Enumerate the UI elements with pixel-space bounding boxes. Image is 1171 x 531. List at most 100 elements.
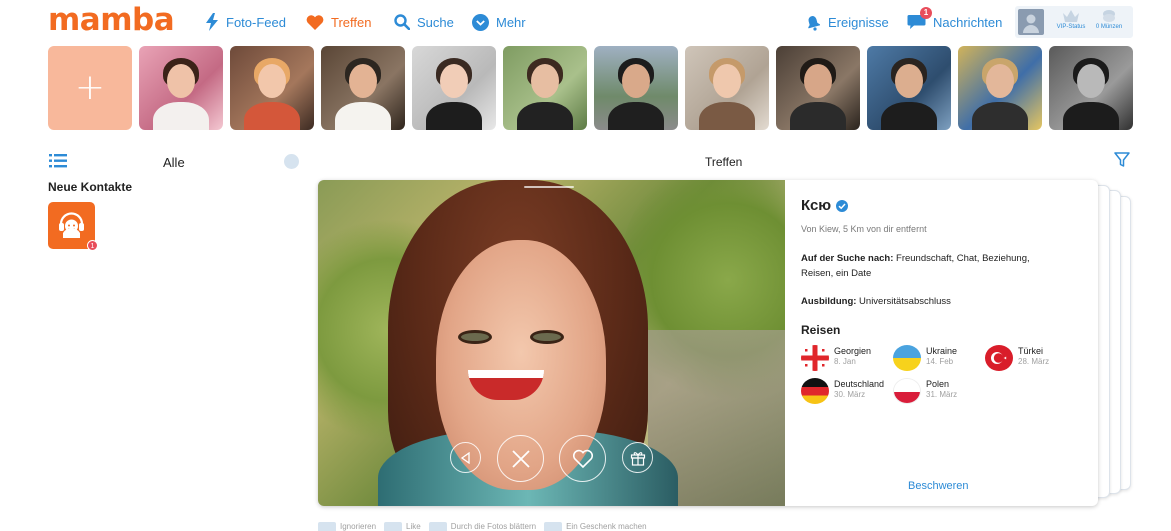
profile-photo[interactable] [318, 180, 785, 506]
gift-icon [630, 451, 645, 466]
profile-info-panel: Ксю Von Kiew, 5 Km von dir entfernt Auf … [785, 180, 1098, 506]
vip-status-label: VIP-Status [1056, 24, 1086, 30]
turkey-flag-icon [985, 345, 1013, 371]
ukraine-flag-icon [893, 345, 921, 371]
arrow-left-key-icon [318, 522, 336, 531]
nav-treffen[interactable]: Treffen [306, 12, 371, 32]
lightning-icon [206, 13, 218, 31]
hint-text: Ignorieren [340, 522, 377, 531]
georgia-flag-icon [801, 345, 829, 371]
hint-text: Like [406, 522, 421, 531]
arrow-right-key-icon [384, 522, 403, 531]
contacts-filter-label[interactable]: Alle [163, 155, 185, 170]
education-label: Ausbildung: [801, 296, 857, 307]
nav-suche-label: Suche [417, 14, 454, 30]
report-link[interactable]: Beschweren [908, 480, 969, 492]
trip-country: Polen [926, 379, 950, 389]
trip-item: Türkei 28. März [985, 345, 1075, 373]
support-agent-icon [59, 212, 84, 238]
nav-mehr-label: Mehr [496, 14, 526, 30]
trip-country: Deutschland [834, 379, 885, 389]
trip-date: 8. Jan [834, 357, 856, 366]
coins-link[interactable]: 0 Münzen [1091, 9, 1127, 30]
story-photo[interactable] [230, 46, 314, 130]
coins-label: 0 Münzen [1095, 24, 1123, 30]
gift-button[interactable] [622, 442, 653, 473]
contact-unread-badge: 1 [87, 240, 98, 251]
trip-country: Georgien [834, 346, 872, 356]
trip-item: Polen 31. März [893, 378, 983, 406]
vip-status-link[interactable]: VIP-Status [1053, 9, 1089, 30]
close-icon [511, 449, 530, 468]
profile-distance: Von Kiew, 5 Km von dir entfernt [801, 224, 927, 234]
nav-mehr[interactable]: Mehr [472, 12, 526, 32]
bell-icon [808, 15, 821, 31]
story-photo[interactable] [685, 46, 769, 130]
looking-for-label: Auf der Suche nach: [801, 253, 894, 264]
story-photo[interactable] [867, 46, 951, 130]
user-silhouette-icon [1023, 14, 1039, 33]
trip-date: 31. März [926, 390, 958, 399]
like-button[interactable] [559, 435, 606, 482]
top-header: mamba Foto-Feed Treffen Suche Mehr Ereig… [0, 0, 1171, 44]
verified-badge-icon [836, 199, 849, 212]
trip-item: Deutschland 30. März [801, 378, 891, 406]
keyboard-hints: Ignorieren Like Durch die Fotos blättern… [318, 522, 655, 531]
new-contacts-title: Neue Kontakte [48, 180, 133, 194]
trip-date: 14. Feb [926, 357, 954, 366]
list-icon[interactable] [49, 154, 67, 168]
nav-nachrichten-label: Nachrichten [933, 14, 1003, 30]
crown-icon [1063, 10, 1079, 22]
nav-suche[interactable]: Suche [394, 12, 454, 32]
travel-title: Reisen [801, 323, 841, 337]
trip-date: 30. März [834, 390, 866, 399]
photo-pagination [524, 186, 574, 188]
story-photo[interactable] [412, 46, 496, 130]
story-photo[interactable] [321, 46, 405, 130]
story-photo[interactable] [1049, 46, 1133, 130]
trip-country: Ukraine [926, 346, 958, 356]
education-row: Ausbildung: Universitätsabschluss [801, 294, 1061, 309]
nav-foto-feed-label: Foto-Feed [226, 14, 286, 30]
dislike-button[interactable] [497, 435, 544, 482]
mamba-logo[interactable]: mamba [48, 2, 175, 38]
story-photo[interactable] [139, 46, 223, 130]
filter-icon[interactable] [1114, 152, 1130, 168]
poland-flag-icon [893, 378, 921, 404]
trip-item: Ukraine 14. Feb [893, 345, 983, 373]
heart-outline-icon [572, 449, 593, 468]
story-photo[interactable] [776, 46, 860, 130]
online-toggle[interactable] [284, 154, 299, 169]
trip-item: Georgien 8. Jan [801, 345, 891, 373]
nav-ereignisse-label: Ereignisse [828, 14, 889, 30]
story-photo[interactable] [594, 46, 678, 130]
add-story-button[interactable]: + [48, 46, 132, 130]
heart-icon [306, 14, 324, 30]
chevron-down-icon [472, 13, 489, 31]
messages-count-badge: 1 [920, 7, 932, 19]
hint-text: Ein Geschenk machen [566, 522, 647, 531]
nav-foto-feed[interactable]: Foto-Feed [205, 12, 286, 32]
germany-flag-icon [801, 378, 829, 404]
nav-nachrichten[interactable]: 1 Nachrichten [907, 7, 1003, 32]
page-title: Treffen [705, 155, 743, 169]
looking-for-row: Auf der Suche nach: Freundschaft, Chat, … [801, 251, 1061, 281]
trip-date: 28. März [1018, 357, 1050, 366]
profile-name-row: Ксю [801, 197, 849, 214]
trip-country: Türkei [1018, 346, 1044, 356]
nav-ereignisse[interactable]: Ereignisse [805, 12, 889, 32]
user-avatar[interactable] [1018, 9, 1044, 35]
hint-text: Durch die Fotos blättern [450, 522, 537, 531]
arrow-up-key-icon [428, 522, 447, 531]
user-panel: VIP-Status 0 Münzen [1015, 6, 1133, 38]
arrow-down-key-icon [544, 522, 563, 531]
previous-photo-button[interactable] [450, 442, 481, 473]
triangle-left-icon [460, 451, 470, 464]
story-photo[interactable] [958, 46, 1042, 130]
search-icon [394, 14, 410, 30]
plus-icon: + [74, 67, 106, 108]
profile-card: Ксю Von Kiew, 5 Km von dir entfernt Auf … [318, 180, 1098, 506]
education-value: Universitätsabschluss [859, 296, 951, 307]
story-photo[interactable] [503, 46, 587, 130]
profile-name: Ксю [801, 197, 832, 214]
